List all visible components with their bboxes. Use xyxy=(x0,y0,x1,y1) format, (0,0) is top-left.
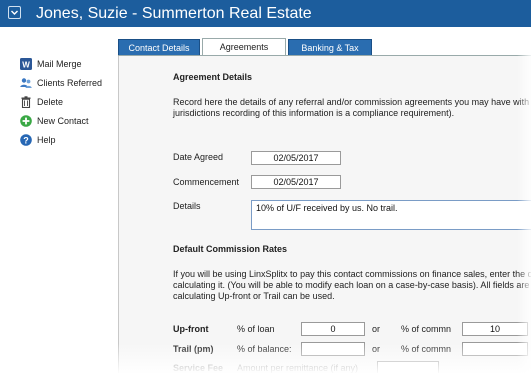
sidebar-item-label: Clients Referred xyxy=(37,78,103,88)
sidebar: W Mail Merge Clients Referred Delete New… xyxy=(0,27,118,373)
trail-pct-balance-field[interactable] xyxy=(301,342,365,356)
service-fee-label: Service Fee xyxy=(173,363,224,373)
svg-text:?: ? xyxy=(23,135,29,145)
upfront-pct-loan-field[interactable] xyxy=(301,322,365,336)
title-bar: Jones, Suzie - Summerton Real Estate xyxy=(0,0,531,27)
tab-banking-tax[interactable]: Banking & Tax xyxy=(288,39,372,55)
agreement-description-line1: Record here the details of any referral … xyxy=(173,97,530,107)
agreement-description-line2: jurisdictions recording of this informat… xyxy=(173,108,455,118)
tab-agreements[interactable]: Agreements xyxy=(202,38,286,56)
date-agreed-field[interactable] xyxy=(251,151,341,165)
trash-icon xyxy=(21,96,31,108)
upfront-label: Up-front xyxy=(173,324,209,334)
trail-label: Trail (pm) xyxy=(173,344,214,354)
commencement-field[interactable] xyxy=(251,175,341,189)
upfront-pct-loan-label: % of loan xyxy=(237,324,275,334)
users-icon xyxy=(20,78,32,88)
sidebar-item-label: Help xyxy=(37,135,56,145)
tab-contact-details[interactable]: Contact Details xyxy=(118,39,200,55)
details-textarea[interactable]: 10% of U/F received by us. No trail. xyxy=(251,200,531,230)
menu-chevron-button[interactable] xyxy=(8,6,21,19)
sidebar-item-label: Delete xyxy=(37,97,64,107)
upfront-pct-commn-field[interactable] xyxy=(462,322,528,336)
agreements-panel: Agreement Details Record here the detail… xyxy=(118,56,531,373)
commission-description-line2: calculating it. (You will be able to mod… xyxy=(173,280,530,290)
sidebar-item-label: Mail Merge xyxy=(37,59,82,69)
chevron-down-icon xyxy=(11,10,18,15)
service-fee-amount-label: Amount per remittance (if any) xyxy=(237,363,359,373)
window-title: Jones, Suzie - Summerton Real Estate xyxy=(36,5,312,22)
commission-heading: Default Commission Rates xyxy=(173,244,288,254)
add-icon xyxy=(20,115,32,127)
trail-pct-commn-field[interactable] xyxy=(462,342,528,356)
or-label: or xyxy=(372,324,381,334)
service-fee-field[interactable] xyxy=(377,361,439,373)
date-agreed-label: Date Agreed xyxy=(173,152,224,162)
svg-text:W: W xyxy=(22,61,30,70)
sidebar-item-label: New Contact xyxy=(37,116,89,126)
trail-pct-balance-label: % of balance: xyxy=(237,344,292,354)
word-icon: W xyxy=(20,58,32,70)
details-label: Details xyxy=(173,201,201,211)
commencement-label: Commencement xyxy=(173,177,240,187)
upfront-pct-commn-label: % of commn xyxy=(401,324,452,334)
help-icon: ? xyxy=(20,134,32,146)
or-label: or xyxy=(372,344,381,354)
commission-description-line3: calculating Up-front or Trail can be use… xyxy=(173,291,335,301)
tab-bar: Contact Details Agreements Banking & Tax xyxy=(118,38,531,56)
agreement-details-heading: Agreement Details xyxy=(173,72,253,82)
commission-description-line1: If you will be using LinxSplitx to pay t… xyxy=(173,269,531,279)
trail-pct-commn-label: % of commn xyxy=(401,344,452,354)
